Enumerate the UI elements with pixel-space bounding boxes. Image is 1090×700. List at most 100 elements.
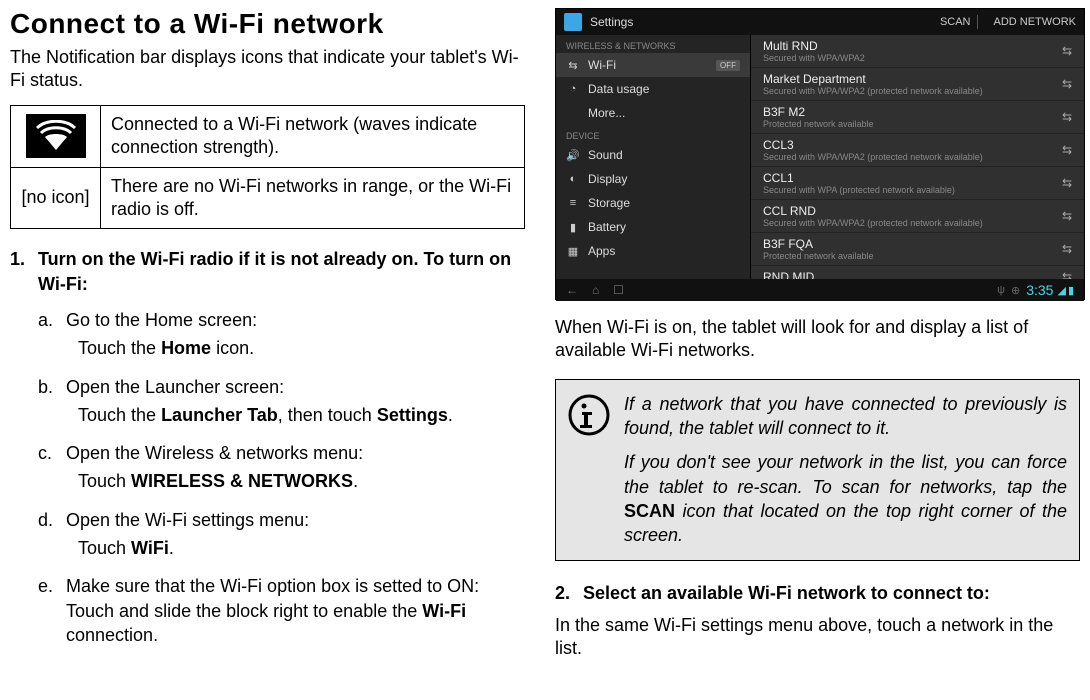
sidebar-item-storage[interactable]: ≡ Storage [556,191,750,215]
signal-icon: ◢ [1057,284,1065,297]
sidebar-item-data-usage[interactable]: ◔ Data usage [556,77,750,101]
network-name: B3F FQA [763,237,1056,251]
device-screenshot: Settings SCAN ADD NETWORK WIRELESS & NET… [555,8,1085,300]
step-1: 1. Turn on the Wi-Fi radio if it is not … [10,247,525,661]
substep-a-pre: Touch the [78,338,161,358]
wifi-network-item[interactable]: RND MID ⇆ [751,266,1084,279]
wifi-network-item[interactable]: CCL1Secured with WPA (protected network … [751,167,1084,200]
scan-button[interactable]: SCAN [940,16,971,28]
substep-c-bold: WIRELESS & NETWORKS [131,471,353,491]
substep-d-line1: Open the Wi-Fi settings menu: [66,510,309,530]
network-name: CCL3 [763,138,1056,152]
wifi-signal-icon: ⇆ [1062,143,1072,157]
wifi-icon [26,114,86,158]
substep-b-mid: , then touch [278,405,377,425]
network-name: Multi RND [763,39,1056,53]
usb-icon: ψ [997,284,1005,296]
network-security: Secured with WPA/WPA2 (protected network… [763,152,1056,162]
wifi-noicon-desc: There are no Wi-Fi networks in range, or… [101,167,525,229]
back-icon[interactable]: ← [566,283,578,297]
right-column: Settings SCAN ADD NETWORK WIRELESS & NET… [545,8,1080,692]
intro-text: The Notification bar displays icons that… [10,46,525,93]
wifi-signal-icon: ⇆ [1062,110,1072,124]
network-name: Market Department [763,72,1056,86]
substep-b-bold2: Settings [377,405,448,425]
wifi-signal-icon: ⇆ [1062,270,1072,279]
network-security: Protected network available [763,119,1056,129]
sidebar-item-battery[interactable]: ▮ Battery [556,215,750,239]
page-title: Connect to a Wi-Fi network [10,8,525,40]
wifi-toggle[interactable]: OFF [716,60,740,71]
step-2-text: Select an available Wi-Fi network to con… [583,583,990,604]
substep-b-pre: Touch the [78,405,161,425]
wifi-signal-icon: ⇆ [1062,77,1072,91]
step-1-text: Turn on the Wi-Fi radio if it is not alr… [38,249,511,293]
wireless-section-label: WIRELESS & NETWORKS [556,35,750,53]
storage-icon: ≡ [566,197,580,209]
substep-c-post: . [353,471,358,491]
wifi-icon: ⇆ [566,59,580,72]
network-security: Secured with WPA/WPA2 [763,53,1056,63]
note-p1: If a network that you have connected to … [624,392,1067,441]
device-section-label: DEVICE [556,125,750,143]
substep-d-post: . [169,538,174,558]
sidebar-item-apps[interactable]: ▦ Apps [556,239,750,263]
recent-icon[interactable]: ☐ [613,283,624,297]
wifi-noicon-cell: [no icon] [11,167,101,229]
sidebar-wifi-label: Wi-Fi [588,58,616,72]
wifi-signal-icon: ⇆ [1062,176,1072,190]
wifi-network-item[interactable]: Market DepartmentSecured with WPA/WPA2 (… [751,68,1084,101]
network-name: RND MID [763,270,1056,279]
sidebar-item-wifi[interactable]: ⇆ Wi-Fi OFF [556,53,750,77]
substep-a-line1: Go to the Home screen: [66,310,257,330]
sidebar-item-more[interactable]: More... [556,101,750,125]
wifi-network-item[interactable]: Multi RNDSecured with WPA/WPA2⇆ [751,35,1084,68]
screenshot-header: Settings SCAN ADD NETWORK [556,9,1084,35]
substep-b-bold: Launcher Tab [161,405,278,425]
display-icon: ◐ [566,173,580,185]
sidebar-data-label: Data usage [588,82,649,96]
home-icon[interactable]: ⌂ [592,283,599,297]
substep-e-pre: Make sure that the Wi-Fi option box is s… [66,576,479,620]
sidebar-item-sound[interactable]: 🔊 Sound [556,143,750,167]
network-name: CCL1 [763,171,1056,185]
network-security: Secured with WPA (protected network avai… [763,185,1056,195]
wifi-network-item[interactable]: B3F M2Protected network available⇆ [751,101,1084,134]
substep-b-line1: Open the Launcher screen: [66,377,284,397]
sidebar-apps-label: Apps [588,244,615,258]
settings-sidebar: WIRELESS & NETWORKS ⇆ Wi-Fi OFF ◔ Data u… [556,35,751,279]
step-1-number: 1. [10,247,38,661]
wifi-status-table: Connected to a Wi-Fi network (waves indi… [10,105,525,230]
after-screenshot-text: When Wi-Fi is on, the tablet will look f… [555,316,1080,363]
data-usage-icon: ◔ [566,83,580,95]
battery-status-icon: ▮ [1068,284,1074,297]
note-p2-bold: SCAN [624,501,675,521]
sidebar-item-display[interactable]: ◐ Display [556,167,750,191]
screenshot-title: Settings [590,15,633,29]
network-name: CCL RND [763,204,1056,218]
substep-c-line1: Open the Wireless & networks menu: [66,443,363,463]
substep-b-letter: b. [38,375,66,428]
wifi-network-item[interactable]: CCL3Secured with WPA/WPA2 (protected net… [751,134,1084,167]
substep-a-bold: Home [161,338,211,358]
substep-d-letter: d. [38,508,66,561]
sidebar-storage-label: Storage [588,196,630,210]
wifi-network-item[interactable]: CCL RNDSecured with WPA/WPA2 (protected … [751,200,1084,233]
battery-icon: ▮ [566,221,580,234]
sound-icon: 🔊 [566,149,580,162]
sidebar-battery-label: Battery [588,220,626,234]
screenshot-navbar: ← ⌂ ☐ ψ ⊕ 3:35 ◢ ▮ [556,279,1084,301]
clock-time: 3:35 [1026,282,1053,298]
wifi-signal-icon: ⇆ [1062,209,1072,223]
substep-c-letter: c. [38,441,66,494]
substep-a-post: icon. [211,338,254,358]
substep-c-pre: Touch [78,471,131,491]
sidebar-more-label: More... [588,106,625,120]
wifi-signal-icon: ⇆ [1062,242,1072,256]
settings-gear-icon [564,13,582,31]
apps-icon: ▦ [566,245,580,258]
wifi-network-item[interactable]: B3F FQAProtected network available⇆ [751,233,1084,266]
note-p2-pre: If you don't see your network in the lis… [624,452,1067,496]
add-network-button[interactable]: ADD NETWORK [994,16,1077,28]
network-security: Secured with WPA/WPA2 (protected network… [763,86,1056,96]
